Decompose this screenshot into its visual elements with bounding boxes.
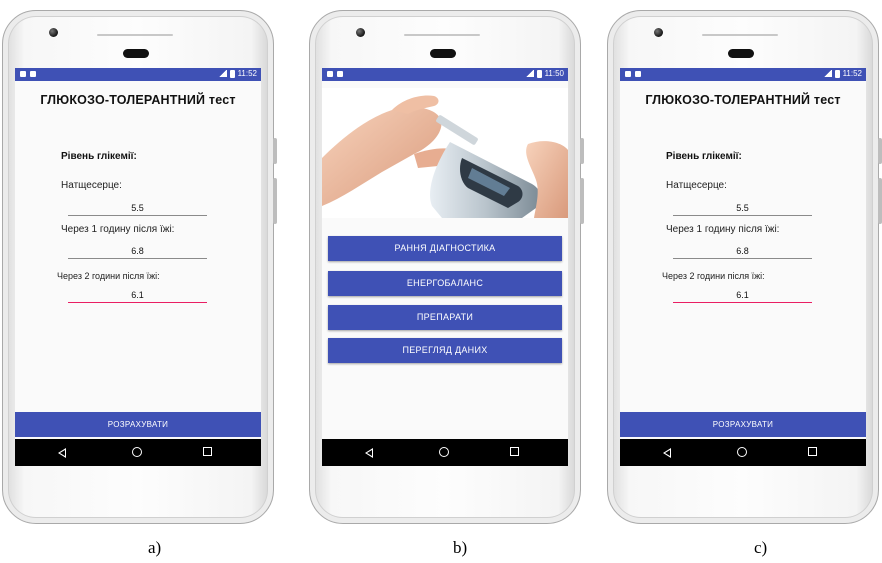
front-camera-icon <box>356 28 365 37</box>
hour2-label: Через 2 години після їжі: <box>662 271 765 281</box>
menu-button-view-data[interactable]: ПЕРЕГЛЯД ДАНИХ <box>328 338 562 363</box>
notification-icon <box>635 71 641 77</box>
hour1-input[interactable]: 6.8 <box>673 244 812 259</box>
home-icon[interactable] <box>132 447 142 457</box>
fasting-label: Натщесерце: <box>666 180 727 191</box>
hour1-input[interactable]: 6.8 <box>68 244 207 259</box>
volume-button <box>580 178 584 224</box>
hour2-input[interactable]: 6.1 <box>68 288 207 303</box>
status-time: 11:52 <box>237 69 257 78</box>
earpiece <box>702 34 778 36</box>
home-icon[interactable] <box>737 447 747 457</box>
status-bar: 11:52 <box>15 68 261 81</box>
power-button <box>273 138 277 164</box>
phone-b: 11:50 РАННЯ ДІАГНОСТИКА ЕНЕРГОБАЛАНС ПРЕ… <box>309 10 584 524</box>
fasting-input[interactable]: 5.5 <box>673 201 812 216</box>
screen: 11:50 РАННЯ ДІАГНОСТИКА ЕНЕРГОБАЛАНС ПРЕ… <box>322 68 568 466</box>
earpiece <box>97 34 173 36</box>
screen: 11:52 ГЛЮКОЗО-ТОЛЕРАНТНИЙ тест Рівень гл… <box>15 68 261 466</box>
speaker <box>430 49 456 58</box>
sd-card-icon <box>625 71 631 77</box>
front-camera-icon <box>49 28 58 37</box>
home-icon[interactable] <box>439 447 449 457</box>
glucometer-hero-image <box>322 88 568 218</box>
status-bar: 11:52 <box>620 68 866 81</box>
nav-bar <box>15 439 261 466</box>
hour1-label: Через 1 годину після їжі: <box>666 224 780 235</box>
menu-button-early-diagnostics[interactable]: РАННЯ ДІАГНОСТИКА <box>328 236 562 261</box>
recent-apps-icon[interactable] <box>510 447 519 456</box>
hour2-label: Через 2 години після їжі: <box>57 271 160 281</box>
menu-button-energy-balance[interactable]: ЕНЕРГОБАЛАНС <box>328 271 562 296</box>
fasting-input[interactable]: 5.5 <box>68 201 207 216</box>
back-icon[interactable] <box>663 448 671 458</box>
page-title: ГЛЮКОЗО-ТОЛЕРАНТНИЙ тест <box>645 93 841 107</box>
glucometer-illustration <box>322 88 568 218</box>
page-title: ГЛЮКОЗО-ТОЛЕРАНТНИЙ тест <box>40 93 236 107</box>
hour1-label: Через 1 годину після їжі: <box>61 224 175 235</box>
recent-apps-icon[interactable] <box>808 447 817 456</box>
caption-b: b) <box>453 538 468 557</box>
status-time: 11:50 <box>544 69 564 78</box>
signal-icon <box>823 70 832 77</box>
calculate-button[interactable]: РОЗРАХУВАТИ <box>15 412 261 437</box>
power-button <box>878 138 882 164</box>
notification-icon <box>30 71 36 77</box>
fasting-label: Натщесерце: <box>61 180 122 191</box>
earpiece <box>404 34 480 36</box>
nav-bar <box>322 439 568 466</box>
notification-icon <box>337 71 343 77</box>
signal-icon <box>525 70 534 77</box>
sd-card-icon <box>20 71 26 77</box>
sd-card-icon <box>327 71 333 77</box>
battery-icon <box>229 69 235 78</box>
speaker <box>728 49 754 58</box>
volume-button <box>273 178 277 224</box>
power-button <box>580 138 584 164</box>
menu-button-medications[interactable]: ПРЕПАРАТИ <box>328 305 562 330</box>
glycemia-label: Рівень глікемії: <box>61 151 137 162</box>
calculate-button[interactable]: РОЗРАХУВАТИ <box>620 412 866 437</box>
status-bar: 11:50 <box>322 68 568 81</box>
caption-a: a) <box>148 538 162 557</box>
glycemia-label: Рівень глікемії: <box>666 151 742 162</box>
hour2-input[interactable]: 6.1 <box>673 288 812 303</box>
nav-bar <box>620 439 866 466</box>
caption-c: c) <box>754 538 768 557</box>
battery-icon <box>834 69 840 78</box>
battery-icon <box>536 69 542 78</box>
screen: 11:52 ГЛЮКОЗО-ТОЛЕРАНТНИЙ тест Рівень гл… <box>620 68 866 466</box>
back-icon[interactable] <box>365 448 373 458</box>
recent-apps-icon[interactable] <box>203 447 212 456</box>
speaker <box>123 49 149 58</box>
status-time: 11:52 <box>842 69 862 78</box>
phone-c: 11:52 ГЛЮКОЗО-ТОЛЕРАНТНИЙ тест Рівень гл… <box>607 10 882 524</box>
signal-icon <box>218 70 227 77</box>
volume-button <box>878 178 882 224</box>
back-icon[interactable] <box>58 448 66 458</box>
phone-a: 11:52 ГЛЮКОЗО-ТОЛЕРАНТНИЙ тест Рівень гл… <box>2 10 277 524</box>
front-camera-icon <box>654 28 663 37</box>
